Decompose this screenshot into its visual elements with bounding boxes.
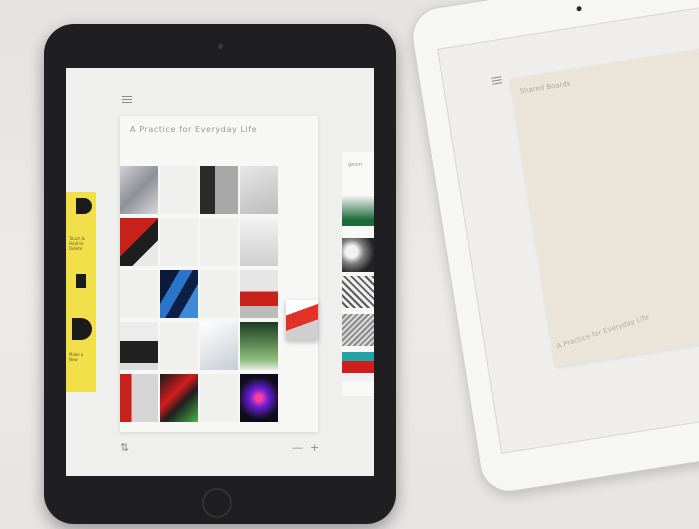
sort-icon[interactable]: ⇅ [120, 442, 129, 453]
grid-photo[interactable] [240, 218, 278, 266]
quarter-glyph [76, 274, 86, 288]
minus-icon[interactable]: — [292, 442, 303, 453]
half-circle-glyph [76, 198, 92, 214]
grid-empty [200, 270, 238, 318]
grid-photo[interactable] [120, 374, 158, 422]
paper-subtitle: A Practice for Everyday Life [555, 313, 651, 351]
grid-photo[interactable] [120, 218, 158, 266]
side-board-title: geom [348, 162, 363, 168]
grid-photo[interactable] [120, 322, 158, 370]
grid-empty [200, 374, 238, 422]
side-photo[interactable] [342, 314, 374, 346]
grid-empty [160, 218, 198, 266]
half-circle-glyph-2 [72, 318, 92, 340]
grid-photo[interactable] [240, 270, 278, 318]
side-photo[interactable] [342, 238, 374, 272]
shared-board-card[interactable]: Shared Boards A Practice for Everyday Li… [509, 47, 699, 368]
shared-boards-title: Shared Boards [519, 79, 571, 96]
side-board-right[interactable]: geom [342, 152, 374, 396]
grid-empty [120, 270, 158, 318]
side-photo[interactable] [342, 352, 374, 382]
yellow-label-3: Delete [69, 246, 83, 251]
plus-icon[interactable]: + [310, 442, 319, 453]
home-button[interactable] [202, 488, 232, 518]
grid-photo[interactable] [240, 166, 278, 214]
board-card[interactable]: A Practice for Everyday Life [120, 116, 318, 432]
photo-scene: Touch & Hold to Delete Make a New A Prac… [0, 0, 699, 529]
menu-icon[interactable] [122, 96, 132, 103]
grid-photo[interactable] [240, 322, 278, 370]
front-camera [218, 44, 223, 49]
ipad-screen: Touch & Hold to Delete Make a New A Prac… [66, 68, 374, 476]
grid-photo[interactable] [200, 166, 238, 214]
ipad-mini-screen: Shared Boards A Practice for Everyday Li… [437, 2, 699, 454]
ipad-dark: Touch & Hold to Delete Make a New A Prac… [44, 24, 396, 524]
grid-photo[interactable] [200, 322, 238, 370]
image-grid [120, 166, 318, 432]
grid-photo[interactable] [160, 374, 198, 422]
grid-empty [160, 166, 198, 214]
yellow-label-5: New [69, 357, 78, 362]
menu-icon-white[interactable] [491, 76, 503, 85]
grid-photo[interactable] [240, 374, 278, 422]
side-photo[interactable] [342, 196, 374, 226]
dragging-tile[interactable] [286, 300, 318, 340]
board-title: A Practice for Everyday Life [130, 125, 258, 134]
ipad-white: Shared Boards A Practice for Everyday Li… [408, 0, 699, 496]
side-board-yellow[interactable]: Touch & Hold to Delete Make a New [66, 192, 96, 392]
side-photo[interactable] [342, 276, 374, 308]
grid-photo[interactable] [160, 270, 198, 318]
grid-photo[interactable] [120, 166, 158, 214]
grid-empty [200, 218, 238, 266]
grid-empty [160, 322, 198, 370]
front-camera-white [576, 5, 582, 12]
